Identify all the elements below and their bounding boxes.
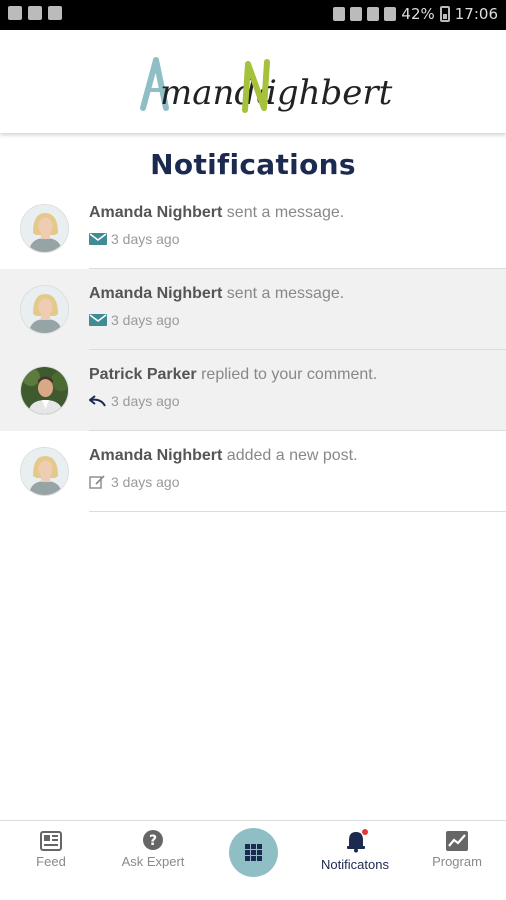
reply-icon	[89, 395, 106, 407]
notification-sender[interactable]: Patrick Parker	[89, 366, 197, 383]
apps-menu-button[interactable]	[229, 828, 278, 877]
notification-item[interactable]: Amanda Nighbert sent a message. 3 days ag…	[0, 188, 506, 269]
question-circle-icon: ?	[143, 830, 163, 850]
notification-list: Amanda Nighbert sent a message. 3 days ag…	[0, 188, 506, 512]
newspaper-icon	[40, 831, 62, 851]
bell-icon	[347, 829, 368, 853]
notification-action: added a new post.	[226, 447, 358, 464]
notification-badge	[362, 829, 368, 835]
chat-icon	[48, 6, 62, 20]
status-system-icons: 42% 17:06	[333, 5, 498, 23]
mail-icon	[89, 233, 107, 245]
wifi-icon	[367, 7, 380, 21]
notification-action: sent a message.	[226, 204, 345, 221]
notification-meta: 3 days ago	[89, 231, 180, 247]
clock: 17:06	[454, 5, 498, 23]
notification-time: 3 days ago	[111, 393, 180, 409]
notification-text: Patrick Parker replied to your comment.	[89, 366, 377, 384]
divider	[89, 511, 506, 512]
nav-feed-label: Feed	[36, 854, 66, 869]
avatar[interactable]	[20, 285, 69, 334]
notification-text: Amanda Nighbert sent a message.	[89, 285, 344, 303]
nav-feed[interactable]: Feed	[14, 821, 88, 900]
amanda-avatar-image	[21, 205, 68, 252]
notification-text: Amanda Nighbert sent a message.	[89, 204, 344, 222]
nfc-icon	[350, 7, 363, 21]
notification-sender[interactable]: Amanda Nighbert	[89, 204, 222, 221]
notification-time: 3 days ago	[111, 474, 180, 490]
edit-icon	[89, 475, 105, 489]
notification-time: 3 days ago	[111, 231, 180, 247]
nav-ask-expert[interactable]: ? Ask Expert	[110, 821, 196, 900]
amanda-avatar-image	[21, 286, 68, 333]
notification-meta: 3 days ago	[89, 312, 180, 328]
avatar[interactable]	[20, 204, 69, 253]
battery-percent: 42%	[401, 5, 435, 23]
mail-icon	[89, 314, 107, 326]
notification-time: 3 days ago	[111, 312, 180, 328]
amanda-avatar-image	[21, 448, 68, 495]
notification-item[interactable]: Patrick Parker replied to your comment. 3…	[0, 350, 506, 431]
nav-notifications-label: Notificatons	[321, 857, 389, 872]
status-bar: 42% 17:06	[0, 0, 506, 30]
amanda-nighbert-logo: manda ighbert	[140, 57, 393, 113]
notification-action: replied to your comment.	[201, 366, 378, 383]
patrick-avatar-image	[21, 367, 68, 414]
svg-text:?: ?	[149, 833, 157, 849]
notification-meta: 3 days ago	[89, 393, 180, 409]
logo-last-name: ighbert	[266, 73, 393, 113]
avatar[interactable]	[20, 366, 69, 415]
signal-icon	[384, 7, 397, 21]
grid-icon	[245, 844, 262, 861]
avatar[interactable]	[20, 447, 69, 496]
notification-text: Amanda Nighbert added a new post.	[89, 447, 358, 465]
bottom-navigation: Feed ? Ask Expert Notificatons Program	[0, 820, 506, 900]
nav-program-label: Program	[432, 854, 482, 869]
notification-sender[interactable]: Amanda Nighbert	[89, 285, 222, 302]
chart-icon	[446, 831, 468, 851]
person-icon	[28, 6, 42, 20]
gallery-icon	[8, 6, 22, 20]
nav-notifications[interactable]: Notificatons	[312, 821, 398, 900]
status-notification-icons	[8, 6, 62, 20]
mute-icon	[333, 7, 346, 21]
notification-item[interactable]: Amanda Nighbert sent a message. 3 days ag…	[0, 269, 506, 350]
nav-ask-expert-label: Ask Expert	[121, 854, 185, 869]
notification-item[interactable]: Amanda Nighbert added a new post. 3 days …	[0, 431, 506, 512]
notification-sender[interactable]: Amanda Nighbert	[89, 447, 222, 464]
battery-icon	[439, 6, 450, 22]
app-header: manda ighbert	[0, 30, 506, 133]
page-title: Notifications	[150, 148, 356, 181]
notification-meta: 3 days ago	[89, 474, 180, 490]
notification-action: sent a message.	[226, 285, 345, 302]
nav-program[interactable]: Program	[420, 821, 494, 900]
